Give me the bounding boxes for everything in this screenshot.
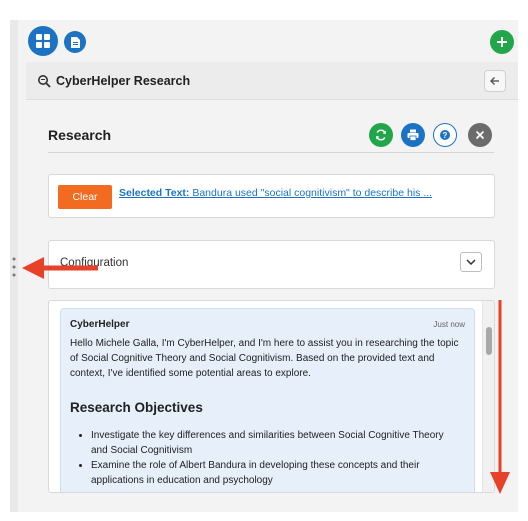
page: CyberHelper Research Research ? Clear Se… <box>0 0 528 521</box>
grid-icon <box>36 34 50 48</box>
configuration-toggle-button[interactable] <box>460 252 482 272</box>
chat-panel: CyberHelper Just now Hello Michele Galla… <box>48 300 495 493</box>
list-item: Examine the role of Albert Bandura in de… <box>91 458 461 488</box>
arrow-left-icon <box>490 77 499 85</box>
chat-message: CyberHelper Just now Hello Michele Galla… <box>60 308 475 492</box>
svg-text:?: ? <box>443 131 448 140</box>
refresh-icon <box>376 129 386 141</box>
back-button[interactable] <box>484 70 506 92</box>
research-title: Research <box>48 127 112 143</box>
print-icon <box>407 129 419 141</box>
divider <box>48 152 494 153</box>
message-sender: CyberHelper <box>70 319 130 330</box>
panel-title: CyberHelper Research <box>56 74 191 88</box>
top-toolbar <box>18 20 518 62</box>
help-button[interactable]: ? <box>433 123 457 147</box>
chevron-down-icon <box>466 259 476 265</box>
search-document-icon <box>38 75 51 88</box>
panel-header: CyberHelper Research <box>26 62 518 100</box>
message-body: Hello Michele Galla, I'm CyberHelper, an… <box>70 338 459 379</box>
list-item: Investigate the key differences and simi… <box>91 428 461 458</box>
selected-text-box: Clear Selected Text: Bandura used "socia… <box>48 174 495 218</box>
document-button[interactable] <box>64 31 86 53</box>
message-heading: Research Objectives <box>70 400 203 415</box>
refresh-button[interactable] <box>369 123 393 147</box>
close-icon <box>475 130 485 140</box>
selected-text-value: Bandura used "social cognitivism" to des… <box>189 187 433 199</box>
objectives-list: Investigate the key differences and simi… <box>91 428 461 488</box>
print-button[interactable] <box>401 123 425 147</box>
selected-text-link[interactable]: Selected Text: Bandura used "social cogn… <box>119 187 432 199</box>
chat-scrollbar[interactable] <box>482 301 494 492</box>
message-timestamp: Just now <box>433 320 465 329</box>
research-panel: CyberHelper Research Research ? Clear Se… <box>18 20 518 512</box>
scrollbar-thumb[interactable] <box>486 327 492 355</box>
clear-button[interactable]: Clear <box>58 185 112 209</box>
plus-icon <box>497 37 507 47</box>
help-icon: ? <box>440 130 450 140</box>
close-button[interactable] <box>468 123 492 147</box>
add-button[interactable] <box>490 30 514 54</box>
configuration-section[interactable]: Configuration <box>48 240 495 289</box>
drag-handle-icon[interactable] <box>12 257 16 277</box>
selected-text-prefix: Selected Text: <box>119 187 190 199</box>
grid-button[interactable] <box>28 26 58 56</box>
configuration-label: Configuration <box>60 257 129 269</box>
document-icon <box>70 36 80 48</box>
